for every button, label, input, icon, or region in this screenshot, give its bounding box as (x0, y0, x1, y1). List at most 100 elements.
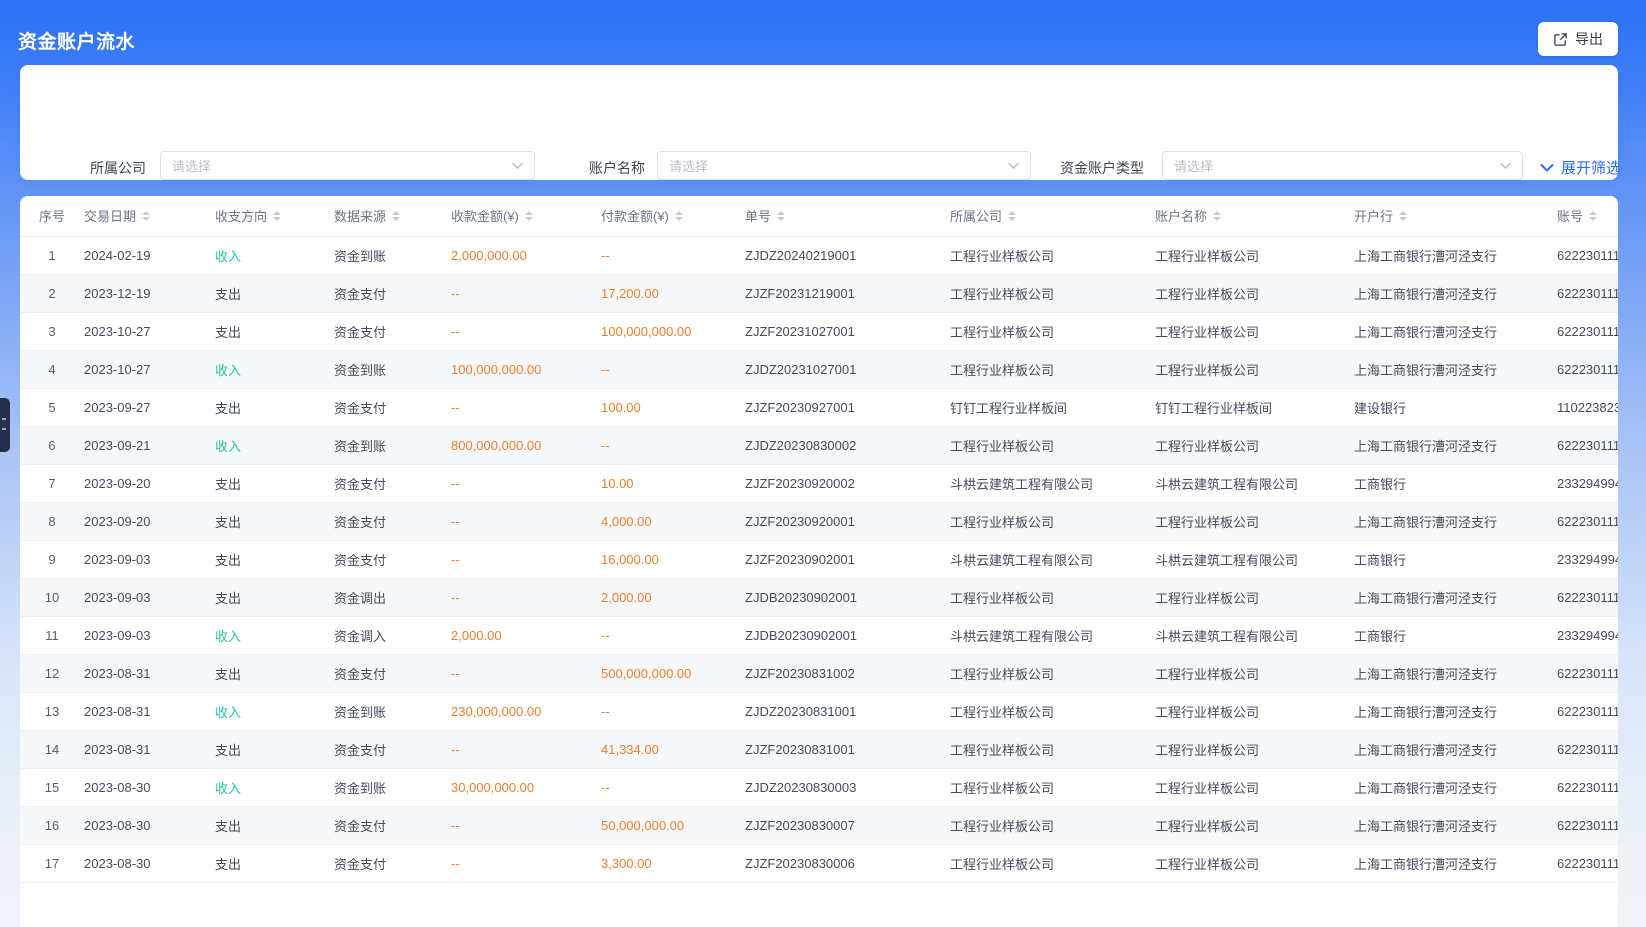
table-header-row: 序号交易日期收支方向数据来源收款金额(¥)付款金额(¥)单号所属公司账户名称开户… (20, 196, 1618, 236)
table-row[interactable]: 122023-08-31支出资金支付--500,000,000.00ZJZF20… (20, 654, 1618, 692)
cell-source: 资金支付 (334, 844, 451, 882)
cell-date: 2024-02-19 (84, 236, 215, 274)
cell-date: 2023-09-03 (84, 540, 215, 578)
cell-account-name: 工程行业样板公司 (1155, 426, 1354, 464)
table-row[interactable]: 172023-08-30支出资金支付--3,300.00ZJZF20230830… (20, 844, 1618, 882)
table-row[interactable]: 162023-08-30支出资金支付--50,000,000.00ZJZF202… (20, 806, 1618, 844)
cell-source: 资金支付 (334, 654, 451, 692)
cell-no: 15 (20, 768, 84, 806)
sort-caret-icon[interactable] (273, 211, 281, 221)
chevron-down-icon (1008, 157, 1019, 175)
cell-bank: 上海工商银行漕河泾支行 (1354, 768, 1557, 806)
cell-company: 钉钉工程行业样板间 (950, 388, 1155, 426)
column-header-9[interactable]: 开户行 (1354, 196, 1557, 236)
column-header-7[interactable]: 所属公司 (950, 196, 1155, 236)
sort-caret-icon[interactable] (675, 211, 683, 221)
table-row[interactable]: 132023-08-31收入资金到账230,000,000.00--ZJDZ20… (20, 692, 1618, 730)
cell-account-no: 622230111 (1557, 236, 1618, 274)
cell-account-name: 工程行业样板公司 (1155, 350, 1354, 388)
cell-date: 2023-09-20 (84, 502, 215, 540)
column-header-3[interactable]: 数据来源 (334, 196, 451, 236)
cell-source: 资金支付 (334, 388, 451, 426)
table-row[interactable]: 32023-10-27支出资金支付--100,000,000.00ZJZF202… (20, 312, 1618, 350)
cell-no: 16 (20, 806, 84, 844)
cell-date: 2023-08-30 (84, 844, 215, 882)
sort-caret-icon[interactable] (777, 211, 785, 221)
cell-bank: 上海工商银行漕河泾支行 (1354, 654, 1557, 692)
cell-date: 2023-10-27 (84, 350, 215, 388)
table-row[interactable]: 42023-10-27收入资金到账100,000,000.00--ZJDZ202… (20, 350, 1618, 388)
cell-source: 资金到账 (334, 236, 451, 274)
table-row[interactable]: 112023-09-03收入资金调入2,000.00--ZJDB20230902… (20, 616, 1618, 654)
chevron-down-icon (1500, 157, 1511, 175)
table-row[interactable]: 72023-09-20支出资金支付--10.00ZJZF20230920002斗… (20, 464, 1618, 502)
sort-caret-icon[interactable] (525, 211, 533, 221)
cell-account-no: 622230111 (1557, 312, 1618, 350)
cell-amount-in: 2,000,000.00 (451, 236, 601, 274)
account-name-filter-select[interactable]: 请选择 (657, 151, 1031, 180)
column-header-1[interactable]: 交易日期 (84, 196, 215, 236)
table-row[interactable]: 152023-08-30收入资金到账30,000,000.00--ZJDZ202… (20, 768, 1618, 806)
cell-bank: 工商银行 (1354, 540, 1557, 578)
sort-caret-icon[interactable] (1399, 211, 1407, 221)
cell-order-no: ZJDB20230902001 (745, 616, 950, 654)
cell-amount-in: 30,000,000.00 (451, 768, 601, 806)
column-header-6[interactable]: 单号 (745, 196, 950, 236)
cell-amount-in: -- (451, 540, 601, 578)
cell-amount-in: -- (451, 312, 601, 350)
cell-bank: 上海工商银行漕河泾支行 (1354, 692, 1557, 730)
cell-source: 资金支付 (334, 274, 451, 312)
page-title: 资金账户流水 (18, 27, 135, 54)
sort-caret-icon[interactable] (142, 211, 150, 221)
company-filter-select[interactable]: 请选择 (160, 151, 535, 180)
account-type-filter-label: 资金账户类型 (1060, 158, 1144, 178)
column-header-5[interactable]: 付款金额(¥) (601, 196, 745, 236)
table-row[interactable]: 22023-12-19支出资金支付--17,200.00ZJZF20231219… (20, 274, 1618, 312)
export-button[interactable]: 导出 (1538, 22, 1618, 56)
cell-company: 工程行业样板公司 (950, 274, 1155, 312)
column-header-8[interactable]: 账户名称 (1155, 196, 1354, 236)
cell-order-no: ZJZF20230920001 (745, 502, 950, 540)
column-header-10[interactable]: 账号 (1557, 196, 1618, 236)
expand-filters-link[interactable]: 展开筛选 (1540, 157, 1621, 178)
cell-date: 2023-09-27 (84, 388, 215, 426)
cell-account-no: 233294994 (1557, 540, 1618, 578)
column-header-2[interactable]: 收支方向 (215, 196, 334, 236)
cell-no: 2 (20, 274, 84, 312)
cell-account-name: 斗栱云建筑工程有限公司 (1155, 540, 1354, 578)
table-row[interactable]: 52023-09-27支出资金支付--100.00ZJZF20230927001… (20, 388, 1618, 426)
column-header-4[interactable]: 收款金额(¥) (451, 196, 601, 236)
table-row[interactable]: 92023-09-03支出资金支付--16,000.00ZJZF20230902… (20, 540, 1618, 578)
cell-amount-in: -- (451, 844, 601, 882)
cell-account-name: 工程行业样板公司 (1155, 806, 1354, 844)
cell-account-name: 斗栱云建筑工程有限公司 (1155, 464, 1354, 502)
table-row[interactable]: 82023-09-20支出资金支付--4,000.00ZJZF202309200… (20, 502, 1618, 540)
cell-account-no: 622230111 (1557, 692, 1618, 730)
account-type-filter-select[interactable]: 请选择 (1162, 151, 1523, 180)
table-row[interactable]: 12024-02-19收入资金到账2,000,000.00--ZJDZ20240… (20, 236, 1618, 274)
cell-source: 资金支付 (334, 464, 451, 502)
cell-bank: 工商银行 (1354, 616, 1557, 654)
sort-caret-icon[interactable] (392, 211, 400, 221)
sort-caret-icon[interactable] (1008, 211, 1016, 221)
table-row[interactable]: 102023-09-03支出资金调出--2,000.00ZJDB20230902… (20, 578, 1618, 616)
cell-no: 9 (20, 540, 84, 578)
cell-amount-out: 17,200.00 (601, 274, 745, 312)
sort-caret-icon[interactable] (1213, 211, 1221, 221)
table-row[interactable]: 142023-08-31支出资金支付--41,334.00ZJZF2023083… (20, 730, 1618, 768)
cell-source: 资金支付 (334, 540, 451, 578)
cell-direction: 收入 (215, 692, 334, 730)
cell-account-no: 110223823 (1557, 388, 1618, 426)
sort-caret-icon[interactable] (1589, 211, 1597, 221)
cell-account-no: 622230111 (1557, 426, 1618, 464)
cell-source: 资金支付 (334, 312, 451, 350)
cell-amount-in: 800,000,000.00 (451, 426, 601, 464)
cell-source: 资金支付 (334, 730, 451, 768)
cell-source: 资金到账 (334, 350, 451, 388)
cell-direction: 收入 (215, 350, 334, 388)
cell-account-name: 工程行业样板公司 (1155, 844, 1354, 882)
cell-date: 2023-08-31 (84, 730, 215, 768)
table-row[interactable]: 62023-09-21收入资金到账800,000,000.00--ZJDZ202… (20, 426, 1618, 464)
side-drawer-handle[interactable] (0, 398, 10, 452)
company-filter-placeholder: 请选择 (172, 156, 211, 175)
